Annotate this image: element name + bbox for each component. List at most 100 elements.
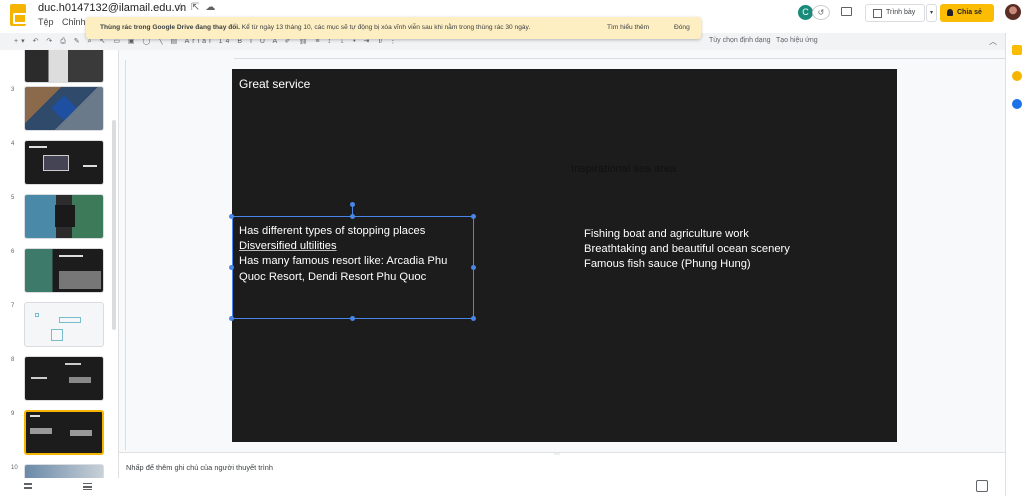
calendar-icon[interactable]	[1012, 71, 1022, 81]
present-options-chevron-icon[interactable]: ▾	[926, 4, 937, 22]
share-button[interactable]: Chia sẻ	[940, 4, 994, 22]
move-to-folder-icon[interactable]: ⇱	[191, 2, 205, 13]
collapse-toolbar-icon[interactable]: ︿	[989, 36, 997, 47]
textbox-icon[interactable]: ▭	[113, 38, 123, 45]
thumb-shape	[35, 313, 39, 317]
zoom-icon[interactable]: ⌕	[88, 38, 95, 45]
version-history-icon[interactable]: ↺	[812, 5, 830, 20]
slide-editor: Great service Inspirational sea area Has…	[119, 50, 1014, 452]
undo-icon[interactable]: ↶	[33, 38, 42, 45]
tasks-icon[interactable]	[1012, 99, 1022, 109]
thumb-shape	[55, 205, 75, 227]
resize-handle[interactable]	[229, 265, 234, 270]
side-panel	[1005, 33, 1024, 496]
slide-number: 3	[11, 87, 15, 93]
line-spacing-icon[interactable]: ↕	[327, 38, 334, 45]
slide-thumbnail[interactable]	[24, 464, 104, 478]
grid-view-icon[interactable]	[24, 483, 32, 489]
profile-avatar[interactable]	[1005, 4, 1021, 20]
clear-format-icon[interactable]: T̸	[377, 38, 384, 45]
slide-thumbnail[interactable]	[24, 194, 104, 239]
text-color-icon[interactable]: A	[273, 38, 280, 45]
bold-icon[interactable]: B	[237, 38, 245, 45]
paint-format-icon[interactable]: ✎	[74, 38, 83, 45]
animate-button[interactable]: Tạo hiệu ứng	[776, 37, 818, 44]
document-title[interactable]: duc.h0147132@ilamail.edu.vn	[38, 2, 186, 14]
slide-canvas[interactable]: Great service Inspirational sea area Has…	[229, 69, 897, 442]
thumb-text	[69, 377, 91, 383]
right-textbox[interactable]: Fishing boat and agriculture work Breath…	[584, 227, 824, 273]
speaker-notes-input[interactable]: Nhấp để thêm ghi chú của người thuyết tr…	[126, 463, 273, 472]
notes-resize-handle[interactable]: ⋯	[554, 451, 560, 458]
thumb-text	[70, 430, 92, 436]
format-options-button[interactable]: Tùy chọn định dạng	[709, 37, 771, 44]
slide-number: 10	[11, 465, 18, 471]
slide-thumbnail-selected[interactable]	[24, 410, 104, 455]
resize-handle[interactable]	[350, 214, 355, 219]
more-icon[interactable]: ⋮	[389, 38, 399, 45]
resize-handle[interactable]	[471, 214, 476, 219]
numbered-list-icon[interactable]: ⒈	[339, 38, 348, 45]
resize-handle[interactable]	[471, 265, 476, 270]
thumb-shape	[51, 329, 63, 341]
speaker-notes: ⋯ Nhấp để thêm ghi chú của người thuyết …	[119, 452, 1005, 496]
filmstrip-view-icon[interactable]	[83, 483, 92, 490]
underline-icon[interactable]: U	[260, 38, 268, 45]
print-icon[interactable]: ⎙	[60, 38, 69, 45]
rotate-handle[interactable]	[350, 202, 355, 207]
align-icon[interactable]: ≡	[315, 38, 322, 45]
slide-thumbnail[interactable]	[24, 140, 104, 185]
thumb-shape	[51, 95, 77, 121]
slide-filmstrip: 3 4 5 6 7 8 9 10	[0, 50, 119, 478]
thumb-text	[83, 165, 97, 167]
slide-thumbnail[interactable]	[24, 86, 104, 131]
right-line: Famous fish sauce (Phung Hung)	[584, 258, 751, 271]
notification-bold: Thùng rác trong Google Drive đang thay đ…	[100, 24, 240, 31]
selection-box[interactable]	[232, 216, 474, 319]
collaborator-avatar[interactable]: C	[798, 5, 813, 20]
comment-add-icon[interactable]: ▤	[170, 38, 180, 45]
horizontal-ruler[interactable]	[234, 52, 1014, 59]
highlight-icon[interactable]: ✐	[285, 38, 294, 45]
redo-icon[interactable]: ↷	[46, 38, 55, 45]
slide-thumbnail[interactable]	[24, 248, 104, 293]
present-button[interactable]: Trình bày	[865, 4, 925, 22]
filmstrip-view-controls	[0, 478, 119, 496]
resize-handle[interactable]	[229, 214, 234, 219]
italic-icon[interactable]: I	[250, 38, 255, 45]
slides-logo-icon[interactable]	[10, 4, 27, 26]
slides-app: duc.h0147132@ilamail.edu.vn ☆⇱☁ Tệp Chỉn…	[0, 0, 1024, 496]
new-slide-icon[interactable]: +▾	[14, 38, 28, 45]
resize-handle[interactable]	[350, 316, 355, 321]
cloud-status-icon[interactable]: ☁	[205, 2, 221, 13]
star-icon[interactable]: ☆	[176, 2, 191, 13]
slide-thumbnail[interactable]	[24, 302, 104, 347]
resize-handle[interactable]	[229, 316, 234, 321]
indent-icon[interactable]: ⇥	[363, 38, 372, 45]
slide-number: 6	[11, 249, 15, 255]
select-icon[interactable]: ↖	[99, 38, 108, 45]
menu-file[interactable]: Tệp	[38, 17, 54, 27]
slide-title[interactable]: Great service	[239, 77, 310, 91]
explore-icon[interactable]	[976, 480, 988, 492]
resize-handle[interactable]	[471, 316, 476, 321]
thumb-text	[30, 428, 52, 434]
notification-close-button[interactable]: Đóng	[674, 24, 690, 31]
comment-icon[interactable]	[841, 7, 852, 16]
line-icon[interactable]: ╲	[158, 38, 165, 45]
learn-more-link[interactable]: Tìm hiểu thêm	[607, 24, 649, 31]
keep-icon[interactable]	[1012, 45, 1022, 55]
shape-icon[interactable]: ◯	[142, 38, 153, 45]
filmstrip-scrollbar[interactable]	[112, 120, 116, 330]
font-size-select[interactable]: 14	[219, 38, 233, 45]
font-select[interactable]: Arial	[185, 38, 214, 45]
slide-subtitle[interactable]: Inspirational sea area	[571, 163, 676, 175]
slide-thumbnail[interactable]	[24, 50, 104, 83]
image-icon[interactable]: ▣	[128, 38, 138, 45]
link-icon[interactable]: ⛓	[299, 38, 311, 45]
bulleted-list-icon[interactable]: •	[353, 38, 358, 45]
vertical-ruler[interactable]	[119, 60, 126, 450]
slide-thumbnail[interactable]	[24, 356, 104, 401]
slide-number: 8	[11, 357, 15, 363]
notification-text: Kể từ ngày 13 tháng 10, các mục sẽ tự độ…	[239, 24, 531, 31]
